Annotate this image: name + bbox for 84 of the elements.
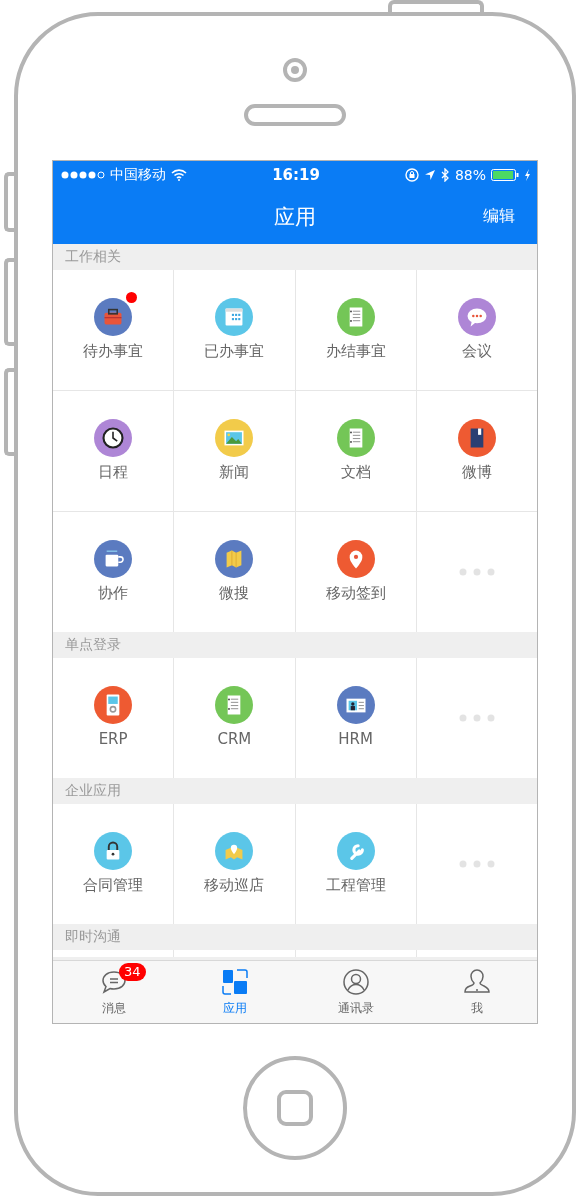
battery-percent: 88% (454, 167, 486, 183)
app-tile[interactable]: 已办事宜 (174, 270, 295, 390)
app-tile[interactable]: 待办事宜 (53, 270, 174, 390)
app-label: 文档 (340, 463, 371, 482)
app-tile[interactable]: 工程管理 (295, 804, 416, 924)
home-button[interactable] (243, 1056, 347, 1160)
app-tile[interactable]: CRM (174, 658, 295, 778)
section-header: 工作相关 (64, 247, 122, 266)
app-tile[interactable]: 协作 (53, 512, 174, 632)
book-icon (457, 419, 496, 457)
app-label: 移动签到 (325, 584, 386, 603)
edit-button[interactable]: 编辑 (483, 206, 515, 227)
mappin-icon (215, 832, 254, 870)
app-tile[interactable]: 微搜 (174, 512, 295, 632)
lock-icon (94, 832, 133, 870)
app-tile[interactable]: 合同管理 (53, 804, 174, 924)
app-label: 办结事宜 (325, 342, 386, 361)
camera-icon (283, 58, 307, 82)
app-tile[interactable]: 日程 (53, 391, 174, 511)
idcard-icon (336, 686, 375, 724)
map-icon (215, 540, 254, 578)
battery-icon (491, 169, 519, 181)
signal-icon (61, 171, 105, 179)
calendar-icon (215, 298, 254, 336)
tab[interactable]: 我 (416, 961, 537, 1023)
app-label: 已办事宜 (204, 342, 265, 361)
page-title: 应用 (274, 203, 316, 231)
app-tile[interactable]: HRM (295, 658, 416, 778)
more-icon[interactable] (458, 568, 495, 576)
bluetooth-icon (440, 168, 450, 182)
app-tile[interactable]: 办结事宜 (295, 270, 416, 390)
grid-icon (220, 967, 249, 996)
app-label: CRM (217, 730, 252, 748)
wifi-icon (171, 169, 187, 181)
app-tile[interactable]: 移动巡店 (174, 804, 295, 924)
pin-icon (336, 540, 375, 578)
toolbox-icon (94, 298, 133, 336)
app-tile[interactable]: 会议 (416, 270, 537, 390)
player-icon (94, 686, 133, 724)
more-icon[interactable] (458, 714, 495, 722)
app-tile[interactable]: 微博 (416, 391, 537, 511)
tab[interactable]: 消息 34 (53, 961, 174, 1023)
app-label: 微博 (461, 463, 492, 482)
app-tile[interactable] (416, 950, 537, 957)
app-tile[interactable]: 文档 (295, 391, 416, 511)
app-label: 微搜 (219, 584, 250, 603)
app-label: 会议 (461, 342, 492, 361)
rotation-lock-icon (404, 168, 419, 182)
person-circle-icon (341, 967, 370, 996)
app-label: 日程 (98, 463, 129, 482)
document-icon (215, 686, 254, 724)
section-header: 企业应用 (64, 781, 122, 800)
app-label: 协作 (98, 584, 129, 603)
tab[interactable]: 通讯录 (295, 961, 416, 1023)
chat-icon (457, 298, 496, 336)
app-tile[interactable]: 新闻 (174, 391, 295, 511)
clock-time: 16:19 (272, 166, 320, 184)
image-icon (215, 419, 254, 457)
app-label: 移动巡店 (204, 876, 265, 895)
document-icon (336, 298, 375, 336)
app-tile[interactable] (174, 950, 295, 957)
section-header: 单点登录 (64, 635, 122, 654)
app-label: 工程管理 (325, 876, 386, 895)
wrench-icon (336, 832, 375, 870)
app-tile[interactable]: 移动签到 (295, 512, 416, 632)
app-label: HRM (338, 730, 373, 748)
clock-icon (94, 419, 133, 457)
document-icon (336, 419, 375, 457)
app-label: ERP (98, 730, 128, 748)
tab[interactable]: 应用 (174, 961, 295, 1023)
app-tile[interactable] (295, 950, 416, 957)
person-icon (462, 967, 491, 996)
unread-badge: 34 (119, 963, 146, 981)
cup-icon (94, 540, 133, 578)
charging-bolt-icon (524, 169, 531, 181)
app-tile[interactable]: ERP (53, 658, 174, 778)
app-label: 新闻 (219, 463, 250, 482)
app-label: 待办事宜 (83, 342, 144, 361)
location-arrow-icon (423, 169, 436, 181)
app-label: 合同管理 (83, 876, 144, 895)
section-header: 即时沟通 (64, 927, 122, 946)
more-icon[interactable] (458, 860, 495, 868)
app-tile[interactable] (53, 950, 174, 957)
carrier-name: 中国移动 (110, 166, 166, 184)
